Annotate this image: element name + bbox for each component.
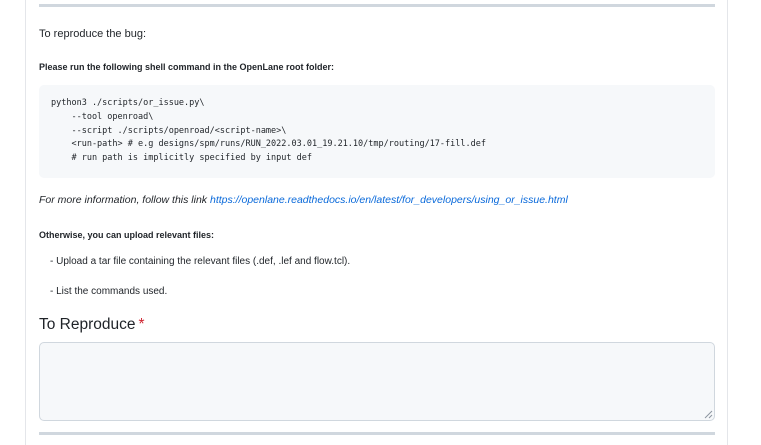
code-line: <run-path> # e.g designs/spm/runs/RUN_20…: [51, 139, 486, 150]
docs-link[interactable]: https://openlane.readthedocs.io/en/lates…: [210, 194, 568, 206]
code-line: --script ./scripts/openroad/<script-name…: [51, 125, 287, 136]
resize-handle-icon[interactable]: [703, 409, 713, 419]
list-item: - List the commands used.: [50, 286, 168, 297]
more-info-text: For more information, follow this link h…: [39, 193, 568, 207]
section-divider-bottom: [39, 432, 715, 435]
to-reproduce-label: To Reproduce *: [39, 315, 145, 335]
to-reproduce-textarea[interactable]: [39, 342, 715, 421]
more-info-prefix: For more information, follow this link: [39, 194, 210, 206]
issue-form-page: To reproduce the bug: Please run the fol…: [0, 0, 761, 445]
list-item: - Upload a tar file containing the relev…: [50, 256, 351, 267]
code-block: python3 ./scripts/or_issue.py\ --tool op…: [39, 85, 715, 178]
code-line: --tool openroad\: [51, 111, 154, 122]
required-indicator: *: [138, 316, 145, 333]
instructions-text: Please run the following shell command i…: [39, 62, 335, 72]
code-line: # run path is implicitly specified by in…: [51, 153, 312, 164]
reproduce-heading: To reproduce the bug:: [39, 28, 147, 40]
section-divider-top: [39, 4, 715, 7]
field-label-text: To Reproduce: [39, 316, 136, 333]
otherwise-text: Otherwise, you can upload relevant files…: [39, 230, 215, 240]
code-line: python3 ./scripts/or_issue.py\: [51, 98, 205, 108]
